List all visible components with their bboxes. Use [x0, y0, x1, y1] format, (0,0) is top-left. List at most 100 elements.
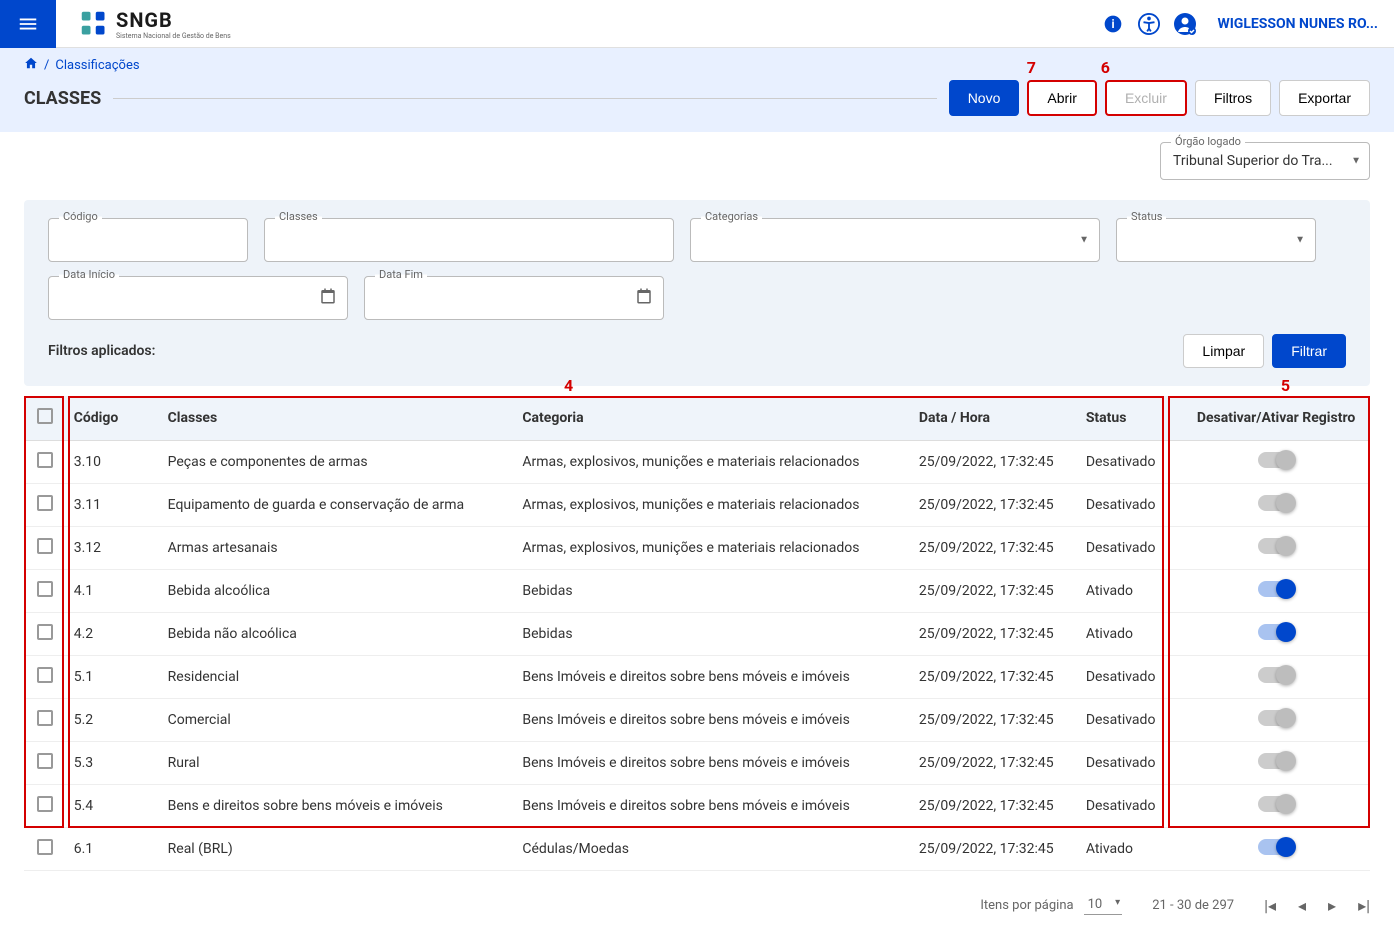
row-checkbox[interactable] [37, 753, 53, 769]
cell-classe: Equipamento de guarda e conservação de a… [160, 484, 515, 527]
last-page-button[interactable]: ▸| [1358, 896, 1370, 915]
cell-data: 25/09/2022, 17:32:45 [911, 742, 1078, 785]
cell-codigo: 3.10 [66, 441, 160, 484]
toggle-switch[interactable] [1258, 495, 1294, 511]
pagination-range: 21 - 30 de 297 [1152, 898, 1234, 913]
row-checkbox[interactable] [37, 710, 53, 726]
row-checkbox[interactable] [37, 452, 53, 468]
categorias-label: Categorias [701, 210, 762, 223]
row-checkbox[interactable] [37, 796, 53, 812]
annotation-4: 4 [564, 376, 573, 395]
th-status[interactable]: Status [1078, 396, 1182, 441]
cell-status: Desativado [1078, 656, 1182, 699]
select-all-checkbox[interactable] [37, 408, 53, 424]
toggle-switch[interactable] [1258, 538, 1294, 554]
status-label: Status [1127, 210, 1166, 223]
toggle-switch[interactable] [1258, 710, 1294, 726]
user-avatar-icon[interactable] [1173, 12, 1197, 36]
logo-subtitle: Sistema Nacional de Gestão de Bens [116, 32, 231, 40]
toggle-switch[interactable] [1258, 667, 1294, 683]
row-checkbox[interactable] [37, 839, 53, 855]
table-row[interactable]: 5.2 Comercial Bens Imóveis e direitos so… [24, 699, 1370, 742]
annotation-7: 7 [1027, 58, 1036, 77]
data-fim-field[interactable]: Data Fim [364, 276, 664, 320]
sub-header: / Classificações CLASSES 7 6 Novo Abrir … [0, 48, 1394, 132]
cell-status: Desativado [1078, 441, 1182, 484]
items-per-page-value: 10 [1088, 897, 1103, 912]
table-row[interactable]: 3.11 Equipamento de guarda e conservação… [24, 484, 1370, 527]
cell-categoria: Bebidas [514, 570, 910, 613]
filtros-button[interactable]: Filtros [1195, 80, 1271, 116]
table-row[interactable]: 3.12 Armas artesanais Armas, explosivos,… [24, 527, 1370, 570]
accessibility-icon[interactable] [1137, 12, 1161, 36]
prev-page-button[interactable]: ◂ [1298, 896, 1306, 915]
status-field[interactable]: Status ▼ [1116, 218, 1316, 262]
table-row[interactable]: 3.10 Peças e componentes de armas Armas,… [24, 441, 1370, 484]
codigo-field[interactable]: Código [48, 218, 248, 262]
cell-categoria: Bens Imóveis e direitos sobre bens móvei… [514, 785, 910, 828]
info-icon[interactable]: i [1101, 12, 1125, 36]
classes-input[interactable] [265, 219, 673, 261]
breadcrumb-item[interactable]: Classificações [55, 58, 139, 73]
items-per-page-select[interactable]: 10 [1084, 895, 1123, 915]
data-inicio-field[interactable]: Data Início [48, 276, 348, 320]
table-row[interactable]: 6.1 Real (BRL) Cédulas/Moedas 25/09/2022… [24, 828, 1370, 871]
th-classes[interactable]: Classes [160, 396, 515, 441]
calendar-icon[interactable] [319, 287, 337, 309]
limpar-button[interactable]: Limpar [1183, 334, 1264, 368]
pagination-nav: |◂ ◂ ▸ ▸| [1264, 896, 1370, 915]
th-categoria[interactable]: Categoria [514, 396, 910, 441]
th-data-hora[interactable]: Data / Hora [911, 396, 1078, 441]
classes-field[interactable]: Classes [264, 218, 674, 262]
toggle-switch[interactable] [1258, 796, 1294, 812]
menu-button[interactable] [0, 0, 56, 48]
cell-data: 25/09/2022, 17:32:45 [911, 656, 1078, 699]
row-checkbox[interactable] [37, 667, 53, 683]
first-page-button[interactable]: |◂ [1264, 896, 1276, 915]
breadcrumb-sep: / [44, 58, 49, 73]
row-checkbox[interactable] [37, 538, 53, 554]
table-row[interactable]: 5.4 Bens e direitos sobre bens móveis e … [24, 785, 1370, 828]
data-inicio-label: Data Início [59, 268, 119, 281]
th-codigo[interactable]: Código [66, 396, 160, 441]
novo-button[interactable]: Novo [949, 80, 1020, 116]
codigo-input[interactable] [49, 219, 247, 261]
breadcrumb-home[interactable] [24, 56, 38, 74]
cell-data: 25/09/2022, 17:32:45 [911, 441, 1078, 484]
cell-codigo: 5.1 [66, 656, 160, 699]
toggle-switch[interactable] [1258, 581, 1294, 597]
header-icons: i WIGLESSON NUNES RO... [1101, 12, 1378, 36]
cell-codigo: 6.1 [66, 828, 160, 871]
cell-status: Ativado [1078, 613, 1182, 656]
filters-panel: Código Classes Categorias ▼ Status ▼ Dat… [24, 200, 1370, 386]
codigo-label: Código [59, 210, 102, 223]
toggle-switch[interactable] [1258, 753, 1294, 769]
table-row[interactable]: 5.3 Rural Bens Imóveis e direitos sobre … [24, 742, 1370, 785]
toggle-switch[interactable] [1258, 452, 1294, 468]
calendar-icon[interactable] [635, 287, 653, 309]
logo-title: SNGB [116, 8, 231, 32]
table-row[interactable]: 4.2 Bebida não alcoólica Bebidas 25/09/2… [24, 613, 1370, 656]
categorias-field[interactable]: Categorias ▼ [690, 218, 1100, 262]
table-row[interactable]: 4.1 Bebida alcoólica Bebidas 25/09/2022,… [24, 570, 1370, 613]
exportar-button[interactable]: Exportar [1279, 80, 1370, 116]
data-fim-label: Data Fim [375, 268, 427, 281]
row-checkbox[interactable] [37, 495, 53, 511]
cell-categoria: Cédulas/Moedas [514, 828, 910, 871]
table-row[interactable]: 5.1 Residencial Bens Imóveis e direitos … [24, 656, 1370, 699]
toggle-switch[interactable] [1258, 624, 1294, 640]
user-name[interactable]: WIGLESSON NUNES RO... [1217, 16, 1378, 32]
items-per-page-label: Itens por página [980, 898, 1073, 913]
toggle-switch[interactable] [1258, 839, 1294, 855]
row-checkbox[interactable] [37, 581, 53, 597]
excluir-button[interactable]: Excluir [1105, 80, 1187, 116]
abrir-button[interactable]: Abrir [1027, 80, 1097, 116]
orgao-select[interactable]: Órgão logado Tribunal Superior do Tra...… [1160, 142, 1370, 180]
cell-codigo: 3.12 [66, 527, 160, 570]
orgao-row: Órgão logado Tribunal Superior do Tra...… [0, 132, 1394, 190]
next-page-button[interactable]: ▸ [1328, 896, 1336, 915]
app-header: SNGB Sistema Nacional de Gestão de Bens … [0, 0, 1394, 48]
orgao-value: Tribunal Superior do Tra... [1173, 153, 1339, 169]
filtrar-button[interactable]: Filtrar [1272, 334, 1346, 368]
row-checkbox[interactable] [37, 624, 53, 640]
